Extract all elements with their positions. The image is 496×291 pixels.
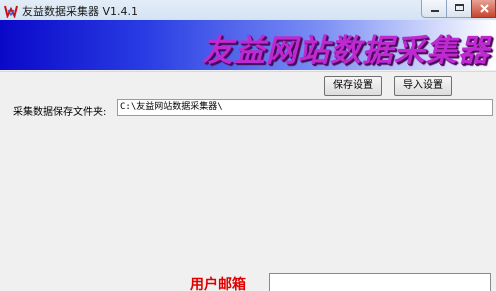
divider	[0, 71, 496, 72]
banner-title: 友益网站数据采集器	[202, 33, 490, 69]
title-bar[interactable]: 友益数据采集器 V1.4.1	[0, 0, 496, 21]
close-button[interactable]	[471, 0, 496, 18]
folder-path-input[interactable]: C:\友益网站数据采集器\	[117, 99, 493, 116]
save-settings-button[interactable]: 保存设置	[324, 76, 382, 96]
header-banner: 友益网站数据采集器	[0, 20, 496, 70]
email-input[interactable]	[269, 273, 491, 291]
app-window: 友益数据采集器 V1.4.1 友益网站数据采集器 保存设置 导入设置 采集数据保…	[0, 0, 496, 291]
maximize-icon	[455, 4, 464, 11]
maximize-button[interactable]	[446, 0, 472, 18]
email-label: 用户邮箱	[190, 277, 246, 291]
import-settings-button[interactable]: 导入设置	[394, 76, 452, 96]
close-icon	[480, 4, 489, 13]
window-title: 友益数据采集器 V1.4.1	[22, 5, 139, 18]
minimize-icon	[431, 10, 439, 12]
minimize-button[interactable]	[421, 0, 447, 18]
app-logo-icon	[4, 3, 18, 19]
folder-label: 采集数据保存文件夹:	[13, 107, 107, 118]
